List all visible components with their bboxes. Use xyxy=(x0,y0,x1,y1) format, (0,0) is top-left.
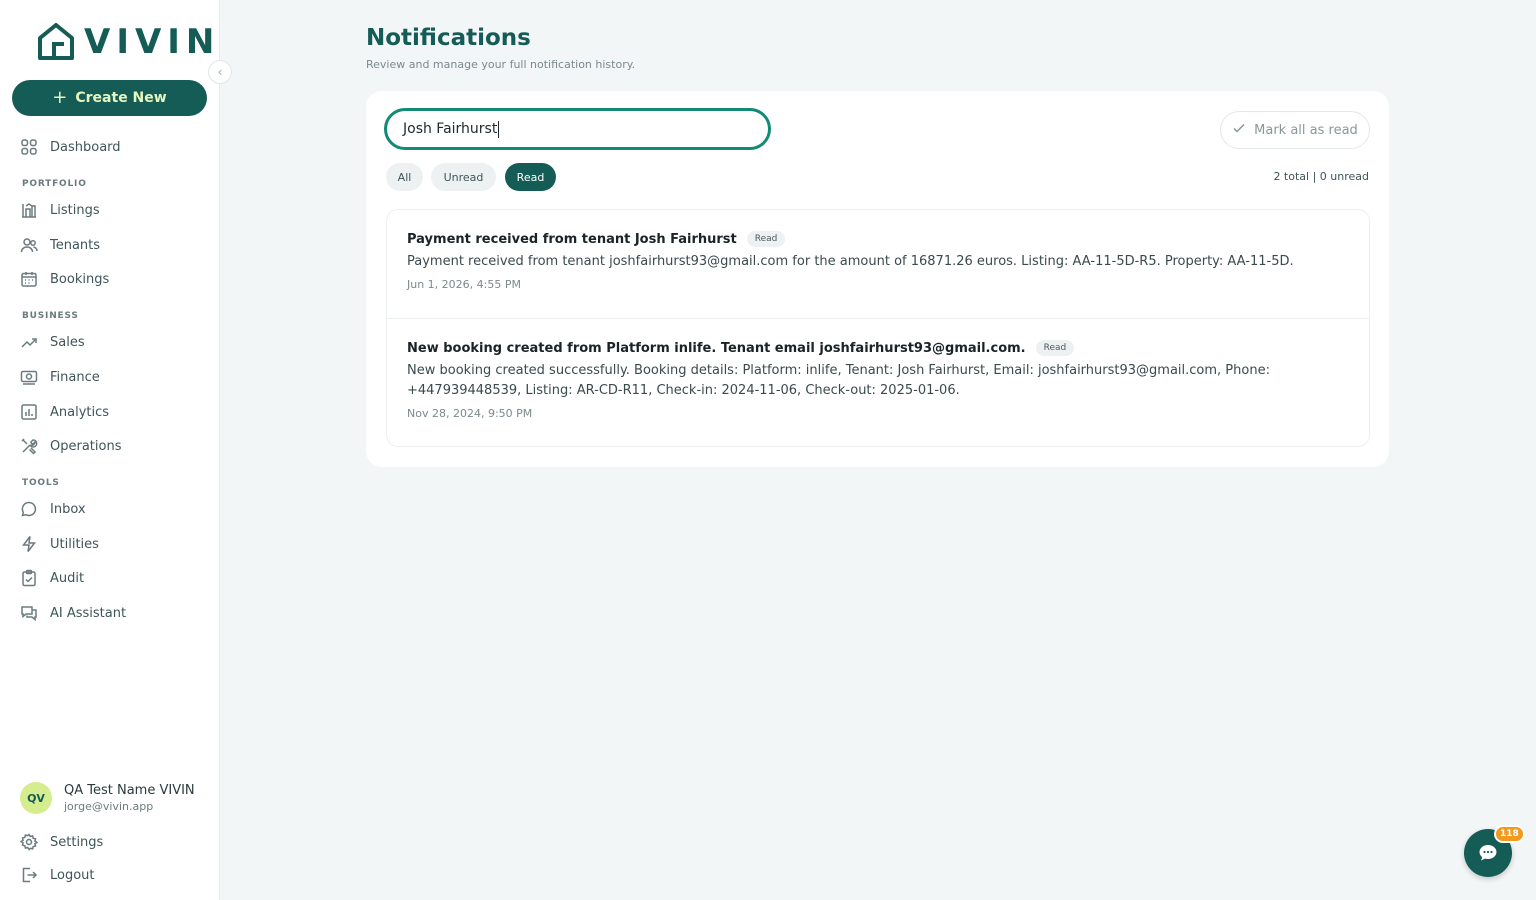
notification-title: New booking created from Platform inlife… xyxy=(407,340,1026,356)
plus-icon: + xyxy=(52,87,68,108)
divider xyxy=(387,318,1369,319)
chat-double-icon xyxy=(20,604,38,622)
sidebar-item-tenants[interactable]: Tenants xyxy=(20,233,100,257)
status-badge: Read xyxy=(746,231,786,247)
page-title: Notifications xyxy=(366,25,531,51)
mark-all-read-button[interactable]: Mark all as read xyxy=(1220,111,1370,149)
cash-icon xyxy=(20,368,38,386)
sidebar-item-label: Analytics xyxy=(50,404,110,420)
notification-item[interactable]: Payment received from tenant Josh Fairhu… xyxy=(387,228,1369,291)
sidebar-item-bookings[interactable]: Bookings xyxy=(20,267,109,291)
trending-up-icon xyxy=(20,333,38,351)
chat-unread-badge: 118 xyxy=(1494,825,1525,843)
sidebar: VIVIN + Create New Dashboard PORTFOLIO L… xyxy=(0,0,220,900)
notification-title: Payment received from tenant Josh Fairhu… xyxy=(407,231,737,247)
notification-time: Jun 1, 2026, 4:55 PM xyxy=(407,278,521,291)
avatar: QV xyxy=(20,782,52,814)
filter-unread[interactable]: Unread xyxy=(431,163,496,191)
notification-body: Payment received from tenant joshfairhur… xyxy=(407,254,1294,269)
logout-icon xyxy=(20,866,38,884)
sidebar-item-label: Listings xyxy=(50,202,100,218)
tools-icon xyxy=(20,437,38,455)
chat-icon xyxy=(1479,845,1497,861)
vivin-logo[interactable]: VIVIN xyxy=(36,22,220,62)
text-caret xyxy=(498,120,500,138)
sidebar-item-label: Settings xyxy=(50,834,104,850)
create-new-label: Create New xyxy=(75,90,167,106)
house-logo-icon xyxy=(38,23,74,60)
sidebar-item-dashboard[interactable]: Dashboard xyxy=(20,135,121,159)
sidebar-item-label: Finance xyxy=(50,369,100,385)
sidebar-item-analytics[interactable]: Analytics xyxy=(20,400,109,424)
notifications-card: Josh Fairhurst Mark all as read All Unre… xyxy=(366,91,1389,467)
building-chart-icon xyxy=(20,201,38,219)
sidebar-item-label: Inbox xyxy=(50,501,86,517)
sidebar-item-listings[interactable]: Listings xyxy=(20,198,100,222)
user-name: QA Test Name VIVIN xyxy=(64,783,195,798)
sidebar-item-utilities[interactable]: Utilities xyxy=(20,532,99,556)
filter-all[interactable]: All xyxy=(386,163,423,191)
sidebar-item-label: AI Assistant xyxy=(50,605,127,621)
sidebar-item-label: Tenants xyxy=(50,237,101,253)
filter-read[interactable]: Read xyxy=(505,163,556,191)
search-value: Josh Fairhurst xyxy=(403,121,498,137)
sidebar-item-label: Sales xyxy=(50,334,85,350)
notification-list: Payment received from tenant Josh Fairhu… xyxy=(386,209,1370,447)
chat-bubble-icon xyxy=(20,500,38,518)
clipboard-check-icon xyxy=(20,569,38,587)
bar-chart-icon xyxy=(20,403,38,421)
sidebar-item-label: Operations xyxy=(50,438,122,454)
sidebar-item-logout[interactable]: Logout xyxy=(20,863,95,887)
section-label-tools: TOOLS xyxy=(22,478,60,488)
section-label-business: BUSINESS xyxy=(22,311,79,321)
sidebar-item-settings[interactable]: Settings xyxy=(20,830,103,854)
create-new-button[interactable]: + Create New xyxy=(12,80,207,116)
section-label-portfolio: PORTFOLIO xyxy=(22,179,87,189)
search-input[interactable]: Josh Fairhurst xyxy=(384,108,771,150)
sidebar-item-label: Audit xyxy=(50,570,85,586)
sidebar-item-label: Dashboard xyxy=(50,139,121,155)
sidebar-item-operations[interactable]: Operations xyxy=(20,434,121,458)
collapse-sidebar-button[interactable]: ‹ xyxy=(208,60,232,84)
notification-body: New booking created successfully. Bookin… xyxy=(407,363,1270,398)
logo-text: VIVIN xyxy=(84,22,221,62)
chevron-left-icon: ‹ xyxy=(217,65,223,79)
lightning-icon xyxy=(20,535,38,553)
gear-icon xyxy=(20,833,38,851)
users-icon xyxy=(20,236,38,254)
calendar-icon xyxy=(20,270,38,288)
sidebar-item-label: Utilities xyxy=(50,536,99,552)
sidebar-item-audit[interactable]: Audit xyxy=(20,566,84,590)
notification-item[interactable]: New booking created from Platform inlife… xyxy=(387,337,1369,420)
grid-icon xyxy=(20,138,38,156)
sidebar-item-label: Bookings xyxy=(50,271,110,287)
sidebar-item-ai-assistant[interactable]: AI Assistant xyxy=(20,601,126,625)
page-subtitle: Review and manage your full notification… xyxy=(366,58,636,71)
sidebar-item-sales[interactable]: Sales xyxy=(20,330,85,354)
check-icon xyxy=(1232,121,1246,139)
sidebar-item-inbox[interactable]: Inbox xyxy=(20,497,86,521)
sidebar-item-finance[interactable]: Finance xyxy=(20,365,100,389)
notification-counts: 2 total | 0 unread xyxy=(1273,170,1369,183)
mark-all-read-label: Mark all as read xyxy=(1254,122,1358,138)
user-email: jorge@vivin.app xyxy=(64,800,154,813)
status-badge: Read xyxy=(1035,340,1075,356)
notification-time: Nov 28, 2024, 9:50 PM xyxy=(407,407,533,420)
user-profile[interactable]: QV QA Test Name VIVIN jorge@vivin.app xyxy=(20,782,195,814)
sidebar-item-label: Logout xyxy=(50,867,95,883)
